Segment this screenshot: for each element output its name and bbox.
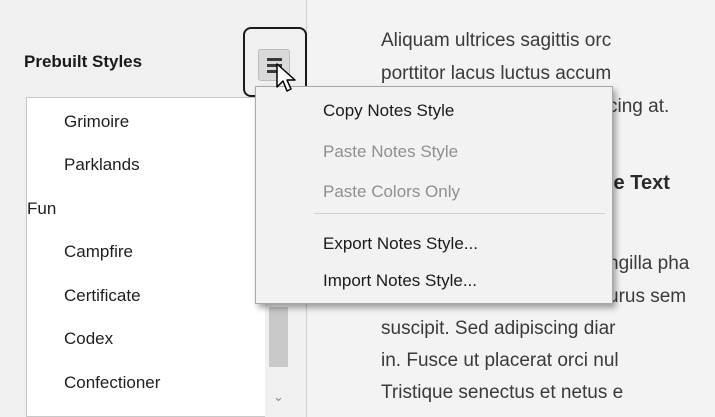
- menu-item-export-notes-style[interactable]: Export Notes Style...: [323, 234, 478, 254]
- scrollbar-thumb[interactable]: [269, 307, 288, 367]
- menu-item-import-notes-style[interactable]: Import Notes Style...: [323, 271, 477, 291]
- preview-line: suscipit. Sed adipiscing diar: [381, 318, 616, 339]
- list-item-codex[interactable]: Codex: [64, 329, 113, 349]
- style-list[interactable]: Grimoire Parklands Fun Campfire Certific…: [26, 97, 292, 417]
- list-group-fun[interactable]: Fun: [27, 199, 56, 219]
- panel-title: Prebuilt Styles: [24, 52, 143, 71]
- preview-line: Tristique senectus et netus e: [381, 382, 624, 403]
- menu-item-paste-colors-only[interactable]: Paste Colors Only: [323, 182, 460, 202]
- preview-line: in. Fusce ut placerat orci nul: [381, 350, 619, 371]
- preview-line: Aliquam ultrices sagittis orc: [381, 30, 612, 51]
- menu-item-paste-notes-style[interactable]: Paste Notes Style: [323, 142, 458, 162]
- notes-style-context-menu: Copy Notes Style Paste Notes Style Paste…: [255, 86, 613, 304]
- chevron-down-icon[interactable]: ⌄: [273, 389, 284, 405]
- list-item-confectioner[interactable]: Confectioner: [64, 373, 160, 393]
- menu-item-copy-notes-style[interactable]: Copy Notes Style: [323, 101, 454, 121]
- list-item-grimoire[interactable]: Grimoire: [64, 112, 129, 132]
- list-item-certificate[interactable]: Certificate: [64, 286, 141, 306]
- preview-line: ngilla pha: [608, 253, 690, 274]
- list-item-campfire[interactable]: Campfire: [64, 242, 133, 262]
- preview-heading: le Text: [608, 172, 670, 194]
- preview-line: porttitor lacus luctus accum: [381, 63, 612, 84]
- preview-line: cing at.: [608, 96, 670, 117]
- menu-separator: [314, 213, 605, 214]
- preview-line: urus sem: [608, 286, 687, 307]
- mouse-pointer-icon: [276, 63, 296, 92]
- list-item-parklands[interactable]: Parklands: [64, 155, 140, 175]
